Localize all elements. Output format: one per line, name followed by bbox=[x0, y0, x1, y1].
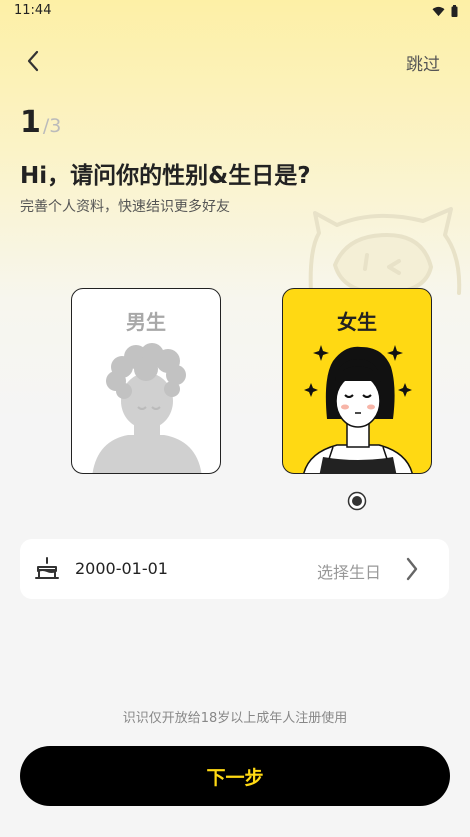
step-indicator: 1 /3 bbox=[20, 105, 61, 140]
chevron-left-icon bbox=[27, 50, 39, 72]
back-button[interactable] bbox=[18, 46, 48, 76]
next-button[interactable]: 下一步 bbox=[20, 746, 450, 806]
gender-radio-female-selected[interactable] bbox=[347, 491, 367, 511]
step-total: /3 bbox=[42, 115, 62, 137]
mascot-illustration bbox=[308, 207, 462, 295]
female-avatar-illustration bbox=[303, 345, 413, 473]
gender-card-female[interactable]: 女生 bbox=[282, 288, 432, 474]
gender-label-female: 女生 bbox=[337, 310, 377, 334]
birthday-selector[interactable]: 2000-01-01 选择生日 bbox=[20, 539, 449, 599]
wifi-icon bbox=[432, 6, 445, 16]
cake-icon bbox=[35, 557, 59, 579]
status-bar: 11:44 bbox=[0, 0, 470, 24]
status-time: 11:44 bbox=[14, 3, 52, 18]
status-icons bbox=[432, 5, 458, 17]
birthday-value: 2000-01-01 bbox=[75, 559, 168, 578]
birthday-hint: 选择生日 bbox=[316, 563, 381, 582]
gender-label-male: 男生 bbox=[126, 310, 166, 334]
page-subtitle: 完善个人资料，快速结识更多好友 bbox=[20, 199, 230, 215]
age-notice: 识识仅开放给18岁以上成年人注册使用 bbox=[122, 711, 348, 726]
skip-button[interactable]: 跳过 bbox=[406, 50, 440, 75]
battery-icon bbox=[451, 5, 458, 17]
step-current: 1 bbox=[20, 105, 41, 140]
male-avatar-illustration bbox=[92, 343, 202, 473]
page-title: Hi，请问你的性别&生日是? bbox=[20, 163, 311, 189]
chevron-right-icon bbox=[406, 557, 418, 581]
gender-card-male[interactable]: 男生 bbox=[71, 288, 221, 474]
